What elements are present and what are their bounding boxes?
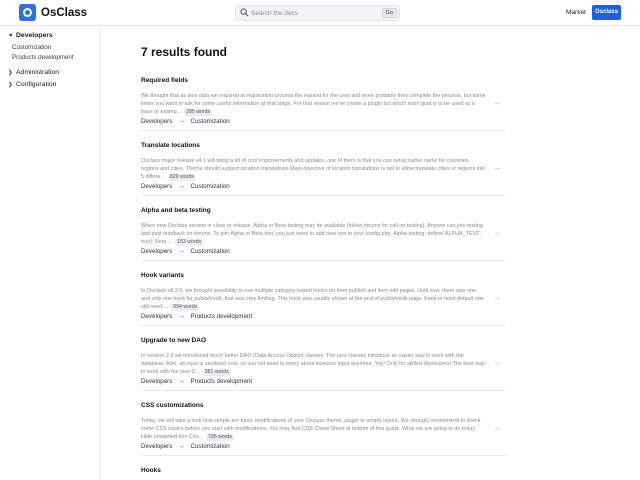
result-title[interactable]: Hook variants xyxy=(141,272,184,279)
arrow-right-icon[interactable]: → xyxy=(492,292,501,302)
breadcrumb-item[interactable]: Products development xyxy=(191,313,253,320)
result-excerpt: Today, we will take a look how simple ar… xyxy=(141,417,486,441)
chevron-right-icon: ❯ xyxy=(8,81,13,88)
result-item[interactable]: Required fields We thought that as less … xyxy=(141,77,596,131)
sidebar-section-administration[interactable]: ❯ Administration xyxy=(8,69,59,76)
sidebar-section-developers[interactable]: ▼ Developers xyxy=(8,32,53,39)
result-title[interactable]: Upgrade to new DAO xyxy=(141,337,206,344)
breadcrumb-item[interactable]: Developers xyxy=(141,378,172,385)
breadcrumb-item[interactable]: Developers xyxy=(141,443,172,450)
search-icon xyxy=(240,8,249,17)
chevron-down-icon: ▼ xyxy=(8,32,14,39)
sidebar: ▼ Developers Customization Products deve… xyxy=(0,27,100,480)
word-count-badge: 153 words xyxy=(175,239,204,246)
result-excerpt-text: Today, we will take a look how simple ar… xyxy=(141,418,481,440)
search-go-button[interactable]: Go xyxy=(381,8,397,18)
word-count-badge: 829 words xyxy=(167,174,196,181)
word-count-badge: 694 words xyxy=(171,304,200,311)
result-excerpt: We thought that as less data we required… xyxy=(141,92,486,116)
breadcrumb-item[interactable]: Customization xyxy=(191,118,230,125)
sidebar-section-label: Configuration xyxy=(16,81,57,88)
result-excerpt: Osclass major release v4.1 will bring a … xyxy=(141,157,486,181)
account-button[interactable]: Osclass xyxy=(592,5,621,20)
search-box: Go xyxy=(235,5,400,21)
word-count-badge: 285 words xyxy=(184,109,213,116)
result-item[interactable]: CSS customizations Today, we will take a… xyxy=(141,402,596,456)
search-results: 7 results found Required fields We thoug… xyxy=(100,27,640,480)
result-title[interactable]: Alpha and beta testing xyxy=(141,207,211,214)
breadcrumb: Developers → Customization xyxy=(141,248,230,255)
divider xyxy=(141,455,506,456)
breadcrumb-item[interactable]: Products development xyxy=(191,378,253,385)
top-header: OsClass Go Market Osclass xyxy=(0,0,640,26)
result-item[interactable]: Hook variants In Osclass v8.2.0, we brou… xyxy=(141,272,596,326)
divider xyxy=(141,260,506,261)
search-input[interactable] xyxy=(251,6,381,20)
breadcrumb-item[interactable]: Developers xyxy=(141,183,172,190)
result-excerpt-text: In version 2.3 we introduced much better… xyxy=(141,353,485,375)
result-excerpt: In Osclass v8.2.0, we brought possibilit… xyxy=(141,287,486,311)
breadcrumb: Developers → Customization xyxy=(141,183,230,190)
arrow-right-icon: → xyxy=(178,313,185,320)
breadcrumb: Developers → Products development xyxy=(141,378,252,385)
breadcrumb-item[interactable]: Developers xyxy=(141,248,172,255)
word-count-badge: 381 words xyxy=(202,369,231,376)
sidebar-item-customization[interactable]: Customization xyxy=(12,44,51,51)
breadcrumb-item[interactable]: Customization xyxy=(191,443,230,450)
arrow-right-icon[interactable]: → xyxy=(492,357,501,367)
result-title[interactable]: Translate locations xyxy=(141,142,200,149)
sidebar-item-products-development[interactable]: Products development xyxy=(12,54,74,61)
logo[interactable]: OsClass xyxy=(19,4,87,21)
divider xyxy=(141,130,506,131)
result-item[interactable]: Hooks xyxy=(141,467,596,480)
divider xyxy=(141,325,506,326)
divider xyxy=(141,390,506,391)
result-item[interactable]: Upgrade to new DAO In version 2.3 we int… xyxy=(141,337,596,391)
arrow-right-icon: → xyxy=(178,248,185,255)
result-item[interactable]: Alpha and beta testing When new Osclass … xyxy=(141,207,596,261)
breadcrumb-item[interactable]: Developers xyxy=(141,313,172,320)
logo-icon xyxy=(19,4,36,21)
sidebar-section-configuration[interactable]: ❯ Configuration xyxy=(8,81,56,88)
result-excerpt: When new Osclass version is close to rel… xyxy=(141,222,486,246)
arrow-right-icon: → xyxy=(178,118,185,125)
arrow-right-icon[interactable]: → xyxy=(492,162,501,172)
breadcrumb: Developers → Customization xyxy=(141,118,230,125)
divider xyxy=(141,195,506,196)
result-title[interactable]: Required fields xyxy=(141,77,188,84)
breadcrumb: Developers → Products development xyxy=(141,313,252,320)
sidebar-section-label: Developers xyxy=(16,32,53,39)
word-count-badge: 795 words xyxy=(206,434,234,441)
arrow-right-icon: → xyxy=(178,443,185,450)
arrow-right-icon[interactable]: → xyxy=(492,422,501,432)
result-item[interactable]: Translate locations Osclass major releas… xyxy=(141,142,596,196)
breadcrumb: Developers → Customization xyxy=(141,443,230,450)
result-title[interactable]: Hooks xyxy=(141,467,161,474)
arrow-right-icon[interactable]: → xyxy=(492,97,501,107)
result-excerpt: In version 2.3 we introduced much better… xyxy=(141,352,486,376)
arrow-right-icon: → xyxy=(178,378,185,385)
result-title[interactable]: CSS customizations xyxy=(141,402,203,409)
arrow-right-icon[interactable]: → xyxy=(492,227,501,237)
logo-text: OsClass xyxy=(41,6,88,19)
market-link[interactable]: Market xyxy=(566,9,586,16)
chevron-right-icon: ❯ xyxy=(8,69,13,76)
results-title: 7 results found xyxy=(141,45,228,59)
breadcrumb-item[interactable]: Customization xyxy=(191,248,230,255)
breadcrumb-item[interactable]: Developers xyxy=(141,118,172,125)
breadcrumb-item[interactable]: Customization xyxy=(191,183,230,190)
arrow-right-icon: → xyxy=(178,183,185,190)
sidebar-section-label: Administration xyxy=(16,69,60,76)
